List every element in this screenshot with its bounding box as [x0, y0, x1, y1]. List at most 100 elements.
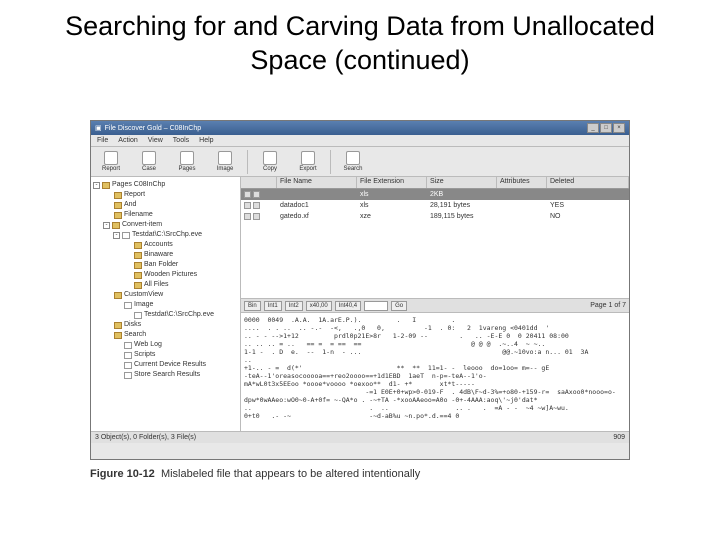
app-window: ▣ File Discover Gold – C08InChp _ □ × Fi…	[90, 120, 630, 460]
hex-btn-int1[interactable]: Int1	[264, 301, 282, 311]
file-icon	[124, 342, 132, 349]
tree-label: Testdat\C:\SrcChp.eve	[144, 310, 214, 320]
tree-item[interactable]: And	[93, 200, 238, 210]
menu-tools[interactable]: Tools	[173, 137, 189, 144]
folder-icon	[112, 222, 120, 229]
tree-label: Convert-item	[122, 220, 162, 230]
tree-label: Store Search Results	[134, 370, 200, 380]
menu-help[interactable]: Help	[199, 137, 213, 144]
tree-item[interactable]: Wooden Pictures	[93, 270, 238, 280]
menubar: File Action View Tools Help	[91, 135, 629, 147]
col-filename[interactable]: File Name	[277, 177, 357, 188]
tree-label: Filename	[124, 210, 153, 220]
tree-panel[interactable]: -Pages C08InChp ReportAndFilename-Conver…	[91, 177, 241, 431]
tree-item[interactable]: Current Device Results	[93, 360, 238, 370]
close-button[interactable]: ×	[613, 123, 625, 133]
folder-icon	[134, 272, 142, 279]
row-icons	[241, 191, 277, 198]
folder-icon	[134, 242, 142, 249]
table-row[interactable]: datadoc1xls28,191 bytesYES	[241, 200, 629, 211]
tree-label: Web Log	[134, 340, 162, 350]
tree-item[interactable]: Disks	[93, 320, 238, 330]
file-icon	[124, 362, 132, 369]
minimize-button[interactable]: _	[587, 123, 599, 133]
expand-icon[interactable]: -	[113, 232, 120, 239]
hex-view[interactable]: 0000 0049 .A.A. 1A.arE.P.). . I . .... .…	[241, 313, 629, 431]
cell-del: YES	[547, 202, 629, 209]
table-row[interactable]: gatedo.xfxze189,115 bytesNO	[241, 211, 629, 222]
titlebar: ▣ File Discover Gold – C08InChp _ □ ×	[91, 121, 629, 135]
col-ext[interactable]: File Extension	[357, 177, 427, 188]
col-icon[interactable]	[241, 177, 277, 188]
cell-name: gatedo.xf	[277, 213, 357, 220]
tree-item[interactable]: Store Search Results	[93, 370, 238, 380]
tool-image[interactable]: Image	[209, 151, 241, 172]
file-list[interactable]: xls2KBdatadoc1xls28,191 bytesYESgatedo.x…	[241, 189, 629, 299]
folder-icon	[114, 192, 122, 199]
menu-view[interactable]: View	[148, 137, 163, 144]
statusbar: 3 Object(s), 0 Folder(s), 3 File(s) 909	[91, 431, 629, 443]
tool-copy[interactable]: Copy	[254, 151, 286, 172]
col-attr[interactable]: Attributes	[497, 177, 547, 188]
cell-size: 2KB	[427, 191, 497, 198]
file-icon	[124, 352, 132, 359]
expand-icon[interactable]: -	[93, 182, 100, 189]
tree-item[interactable]: Filename	[93, 210, 238, 220]
tree-item[interactable]: Web Log	[93, 340, 238, 350]
hex-go-button[interactable]: Go	[391, 301, 407, 311]
tree-item[interactable]: Search	[93, 330, 238, 340]
expand-icon[interactable]: -	[103, 222, 110, 229]
menu-action[interactable]: Action	[118, 137, 137, 144]
tool-report[interactable]: Report	[95, 151, 127, 172]
hex-offset-field[interactable]	[364, 301, 388, 311]
cell-ext: xls	[357, 202, 427, 209]
figure-caption: Figure 10-12 Mislabeled file that appear…	[90, 468, 420, 480]
tree-label: Search	[124, 330, 146, 340]
tool-case[interactable]: Case	[133, 151, 165, 172]
tree-label: And	[124, 200, 136, 210]
cell-ext: xls	[357, 191, 427, 198]
tree-item[interactable]: - Convert-item	[93, 220, 238, 230]
tree-item[interactable]: Accounts	[93, 240, 238, 250]
hex-btn-int2[interactable]: Int2	[285, 301, 303, 311]
hex-btn-bin[interactable]: Bin	[244, 301, 261, 311]
folder-icon	[102, 182, 110, 189]
tool-export[interactable]: Export	[292, 151, 324, 172]
hex-btn-x40[interactable]: x40,00	[306, 301, 332, 311]
search-icon	[346, 151, 360, 165]
tree-item[interactable]: Ban Folder	[93, 260, 238, 270]
menu-file[interactable]: File	[97, 137, 108, 144]
app-icon: ▣	[95, 124, 102, 132]
cell-name: datadoc1	[277, 202, 357, 209]
tree-label: Scripts	[134, 350, 155, 360]
hex-page-label: Page 1 of 7	[590, 302, 626, 309]
status-right: 909	[613, 434, 625, 441]
tree-item[interactable]: -Testdat\C:\SrcChp.eve	[93, 230, 238, 240]
tree-item[interactable]: Scripts	[93, 350, 238, 360]
tool-pages[interactable]: Pages	[171, 151, 203, 172]
maximize-button[interactable]: □	[600, 123, 612, 133]
col-deleted[interactable]: Deleted	[547, 177, 629, 188]
tool-search[interactable]: Search	[337, 151, 369, 172]
tree-label: Binaware	[144, 250, 173, 260]
tree-item[interactable]: Binaware	[93, 250, 238, 260]
tree-item[interactable]: Image	[93, 300, 238, 310]
tree-label: Wooden Pictures	[144, 270, 197, 280]
folder-icon	[114, 322, 122, 329]
tree-item[interactable]: CustomView	[93, 290, 238, 300]
tree-root[interactable]: Pages C08InChp	[112, 180, 165, 190]
figure-number: Figure 10-12	[90, 468, 155, 480]
case-icon	[142, 151, 156, 165]
tree-item[interactable]: Report	[93, 190, 238, 200]
list-header: File Name File Extension Size Attributes…	[241, 177, 629, 189]
table-row[interactable]: xls2KB	[241, 189, 629, 200]
report-icon	[104, 151, 118, 165]
hex-btn-int40[interactable]: Int40,4	[335, 301, 361, 311]
tree-item[interactable]: All Files	[93, 280, 238, 290]
tree-label: Disks	[124, 320, 141, 330]
col-size[interactable]: Size	[427, 177, 497, 188]
folder-icon	[114, 202, 122, 209]
folder-icon	[114, 292, 122, 299]
folder-icon	[114, 212, 122, 219]
tree-item[interactable]: Testdat\C:\SrcChp.eve	[93, 310, 238, 320]
